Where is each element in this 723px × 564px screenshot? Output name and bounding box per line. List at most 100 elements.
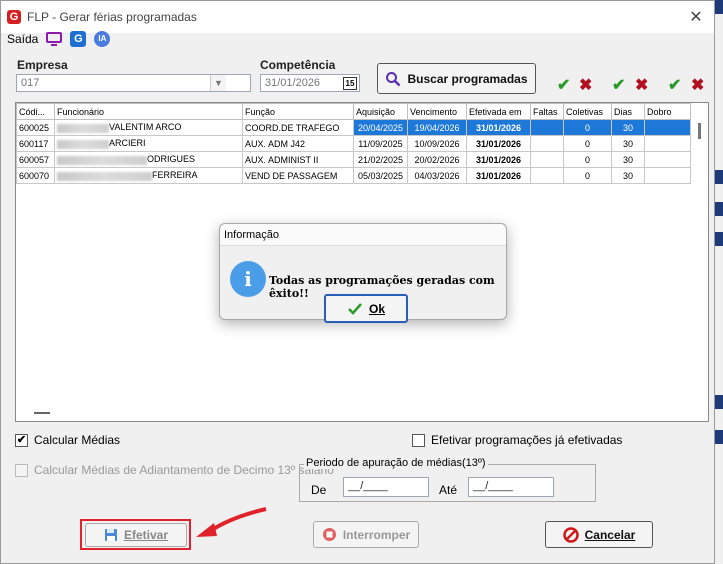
cell-coletivas: 0 [563,119,612,136]
ok-button[interactable]: Ok [324,294,408,323]
cell-faltas [530,135,564,152]
de-label: De [311,483,327,497]
vertical-scrollbar[interactable] [691,103,708,421]
cell-faltas [530,151,564,168]
title-bar: G FLP - Gerar férias programadas [1,1,714,33]
periodo-legend: Periodo de apuração de médias(13º) [304,457,488,469]
ate-label: Até [439,483,458,497]
calcular-medias-label: Calcular Médias [34,433,121,447]
cancel-icon [562,526,579,543]
funcionario-text: FERREIRA [152,170,198,181]
col-header[interactable]: Efetivada em [466,103,531,120]
redacted-name [57,155,147,165]
funcionario-text: VALENTIM ARCO [109,122,182,133]
cell-dobro [644,167,691,184]
redacted-name [57,171,152,181]
close-icon[interactable]: ✕ [686,7,706,27]
table-row[interactable]: 600057 ODRIGUES AUX. ADMINIST II 21/02/2… [16,151,691,168]
efetivar-ja-option[interactable]: Efetivar programações já efetivadas [412,433,622,447]
competencia-date-field[interactable]: 31/01/2026 15 [260,74,360,92]
table-row[interactable]: 600070 FERREIRA VEND DE PASSAGEM 05/03/2… [16,167,691,184]
efetivar-ja-checkbox[interactable] [412,433,425,447]
main-window: G FLP - Gerar férias programadas ✕ Saída… [0,0,715,564]
col-header[interactable]: Faltas [530,103,564,120]
calcular-adiantamento-option[interactable]: Calcular Médias de Adiantamento de Decim… [15,463,334,477]
info-icon: i [230,261,266,297]
chevron-down-icon[interactable]: ▼ [210,75,226,91]
g-app-icon[interactable]: G [70,31,87,47]
ia-icon[interactable]: IA [94,31,111,47]
col-header[interactable]: Aquisição [353,103,408,120]
redacted-name [57,139,109,149]
cell-dobro [644,119,691,136]
cell-faltas [530,119,564,136]
cell-efetivada[interactable]: 31/01/2026 [466,135,531,152]
calendar-icon[interactable]: 15 [343,77,357,90]
uncheck-all-icon[interactable]: ✖ [579,75,592,95]
horizontal-scroll-thumb[interactable] [34,412,50,414]
cell-efetivada[interactable]: 31/01/2026 [466,119,531,136]
funcionario-text: ARCIERI [109,138,146,149]
cell-aquisicao: 11/09/2025 [353,135,408,152]
check-icon[interactable]: ✔ [612,75,625,95]
cell-codigo: 600070 [16,167,55,184]
uncheck-icon[interactable]: ✖ [635,75,648,95]
col-header[interactable]: Função [242,103,354,120]
programadas-table: Códi... Funcionário Função Aquisição Ven… [16,103,691,184]
cell-vencimento: 19/04/2026 [407,119,467,136]
competencia-value: 31/01/2026 [265,77,321,89]
check-icon[interactable]: ✔ [668,75,681,95]
ate-date-field[interactable]: __/____ [468,477,554,497]
cancelar-button[interactable]: Cancelar [545,521,653,548]
cell-dias: 30 [611,167,645,184]
competencia-label: Competência [260,58,336,72]
calcular-adiantamento-label: Calcular Médias de Adiantamento de Decim… [34,463,334,477]
buscar-programadas-button[interactable]: Buscar programadas [377,63,536,94]
calcular-adiantamento-checkbox[interactable] [15,463,28,477]
dialog-title: Informação [220,224,506,246]
cell-dias: 30 [611,119,645,136]
info-dialog: Informação i Todas as programações gerad… [219,223,507,323]
scroll-thumb[interactable] [698,123,701,139]
interromper-button[interactable]: Interromper [313,521,419,548]
table-row[interactable]: 600117 ARCIERI AUX. ADM J42 11/09/2025 1… [16,135,691,152]
cell-aquisicao: 21/02/2025 [353,151,408,168]
ate-value: __/____ [473,480,513,492]
red-arrow-icon [196,507,267,537]
cell-efetivada[interactable]: 31/01/2026 [466,167,531,184]
col-header[interactable]: Vencimento [407,103,467,120]
check-icon [348,302,362,315]
col-header[interactable]: Dobro [644,103,691,120]
cell-vencimento: 20/02/2026 [407,151,467,168]
col-header[interactable]: Coletivas [563,103,612,120]
cell-codigo: 600025 [16,119,55,136]
cell-aquisicao: 05/03/2025 [353,167,408,184]
stop-icon [322,528,336,541]
cell-dias: 30 [611,135,645,152]
empresa-label: Empresa [17,58,68,72]
table-row[interactable]: 600025 VALENTIM ARCO COORD.DE TRAFEGO 20… [16,119,691,136]
cell-aquisicao: 20/04/2025 [353,119,408,136]
cell-funcao: VEND DE PASSAGEM [242,167,354,184]
menu-saida[interactable]: Saída [7,32,38,46]
calcular-medias-option[interactable]: ✔ Calcular Médias [15,433,120,447]
cell-efetivada[interactable]: 31/01/2026 [466,151,531,168]
app-logo-icon: G [7,10,21,24]
monitor-icon[interactable] [46,31,63,47]
cell-funcao: AUX. ADMINIST II [242,151,354,168]
cell-dias: 30 [611,151,645,168]
window-title: FLP - Gerar férias programadas [27,10,197,24]
cell-funcionario: VALENTIM ARCO [54,119,243,136]
uncheck-icon[interactable]: ✖ [691,75,704,95]
empresa-combo[interactable]: 017 ▼ [16,74,251,92]
col-header[interactable]: Dias [611,103,645,120]
redacted-name [57,123,109,133]
check-all-icon[interactable]: ✔ [557,75,570,95]
table-header-row: Códi... Funcionário Função Aquisição Ven… [16,103,691,120]
col-header[interactable]: Códi... [16,103,55,120]
cell-codigo: 600117 [16,135,55,152]
col-header[interactable]: Funcionário [54,103,243,120]
de-date-field[interactable]: __/____ [343,477,429,497]
efetivar-ja-label: Efetivar programações já efetivadas [431,433,623,447]
calcular-medias-checkbox[interactable]: ✔ [15,433,28,447]
